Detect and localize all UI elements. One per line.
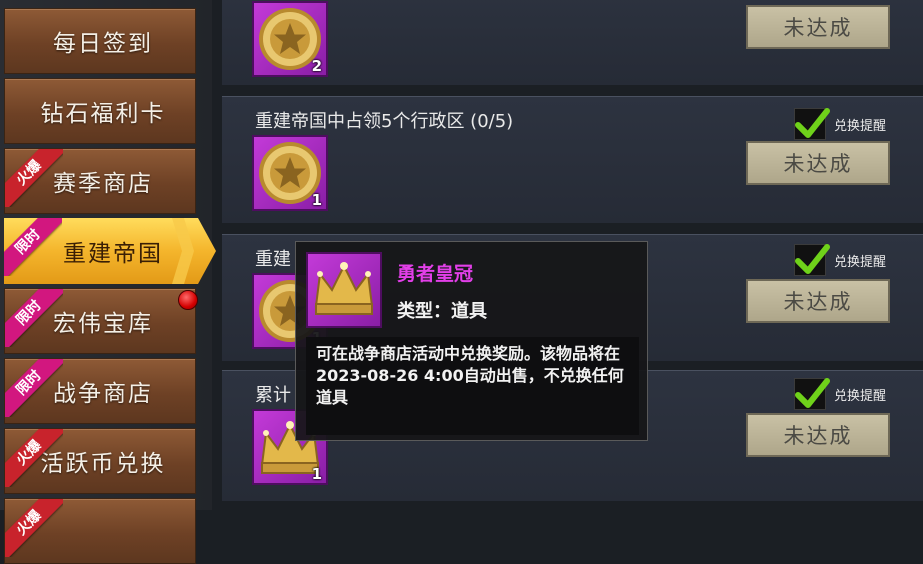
- hot-badge: 火爆: [5, 499, 63, 557]
- sidebar-tab-active-coin-exchange[interactable]: 活跃币兑换 火爆: [4, 428, 196, 494]
- task-row: 2 未达成: [222, 0, 923, 85]
- redeem-button[interactable]: 未达成: [746, 413, 890, 457]
- task-title: 累计: [255, 385, 291, 406]
- checkmark-icon: [795, 108, 830, 138]
- sidebar-tab-label: 赛季商店: [53, 171, 153, 197]
- sidebar-tab-label: 重建帝国: [63, 241, 163, 267]
- redeem-button[interactable]: 未达成: [746, 5, 890, 49]
- sidebar-tab-rebuild-empire[interactable]: 重建帝国 限时: [4, 218, 216, 284]
- remind-toggle[interactable]: 兑换提醒: [794, 377, 886, 411]
- sidebar-tab-daily-checkin[interactable]: 每日签到: [4, 8, 196, 74]
- reward-count: 2: [311, 57, 322, 75]
- tooltip-item-type: 类型：道具: [397, 301, 487, 322]
- tooltip-item-icon: [306, 252, 382, 328]
- sidebar-tab-grand-vault[interactable]: 宏伟宝库 限时: [4, 288, 196, 354]
- sidebar-tab-partial[interactable]: 火爆: [4, 498, 196, 564]
- sidebar-tab-war-shop[interactable]: 战争商店 限时: [4, 358, 196, 424]
- sidebar-tab-label: 钻石福利卡: [40, 101, 166, 127]
- remind-checkbox[interactable]: [794, 108, 830, 140]
- checkmark-icon: [795, 378, 830, 408]
- sidebar-tab-label: 每日签到: [53, 31, 153, 57]
- task-row: 重建帝国中占领5个行政区 (0/5) 1 兑换提醒 未达成: [222, 96, 923, 223]
- sidebar-tab-label: 活跃币兑换: [40, 451, 166, 477]
- tooltip-item-name: 勇者皇冠: [397, 263, 474, 285]
- remind-toggle[interactable]: 兑换提醒: [794, 107, 886, 141]
- tooltip-item-description: 可在战争商店活动中兑换奖励。该物品将在2023-08-26 4:00自动出售，不…: [306, 337, 639, 435]
- reward-count: 1: [311, 465, 322, 483]
- task-title: 重建: [255, 249, 291, 270]
- gold-crown-icon: [314, 262, 374, 315]
- chevron-right-icon: [172, 218, 194, 284]
- notification-dot: [178, 290, 198, 310]
- sidebar: 每日签到 钻石福利卡 赛季商店 火爆 重建帝国 限时 宏伟宝库 限时 战争商店 …: [0, 0, 216, 564]
- redeem-button[interactable]: 未达成: [746, 279, 890, 323]
- remind-toggle[interactable]: 兑换提醒: [794, 243, 886, 277]
- sidebar-tab-label: 宏伟宝库: [53, 311, 153, 337]
- remind-label: 兑换提醒: [834, 254, 887, 270]
- reward-item[interactable]: 1: [252, 135, 328, 211]
- sidebar-tab-season-shop[interactable]: 赛季商店 火爆: [4, 148, 196, 214]
- remind-checkbox[interactable]: [794, 244, 830, 276]
- reward-count: 1: [311, 191, 322, 209]
- checkmark-icon: [795, 244, 830, 274]
- remind-label: 兑换提醒: [834, 118, 887, 134]
- task-title: 重建帝国中占领5个行政区 (0/5): [255, 111, 514, 132]
- reward-item[interactable]: 2: [252, 1, 328, 77]
- sidebar-tab-diamond-card[interactable]: 钻石福利卡: [4, 78, 196, 144]
- remind-checkbox[interactable]: [794, 378, 830, 410]
- sidebar-tab-label: 战争商店: [53, 381, 153, 407]
- redeem-button[interactable]: 未达成: [746, 141, 890, 185]
- limited-badge: 限时: [4, 218, 62, 276]
- item-tooltip: 勇者皇冠 类型：道具 可在战争商店活动中兑换奖励。该物品将在2023-08-26…: [295, 241, 648, 441]
- remind-label: 兑换提醒: [834, 388, 887, 404]
